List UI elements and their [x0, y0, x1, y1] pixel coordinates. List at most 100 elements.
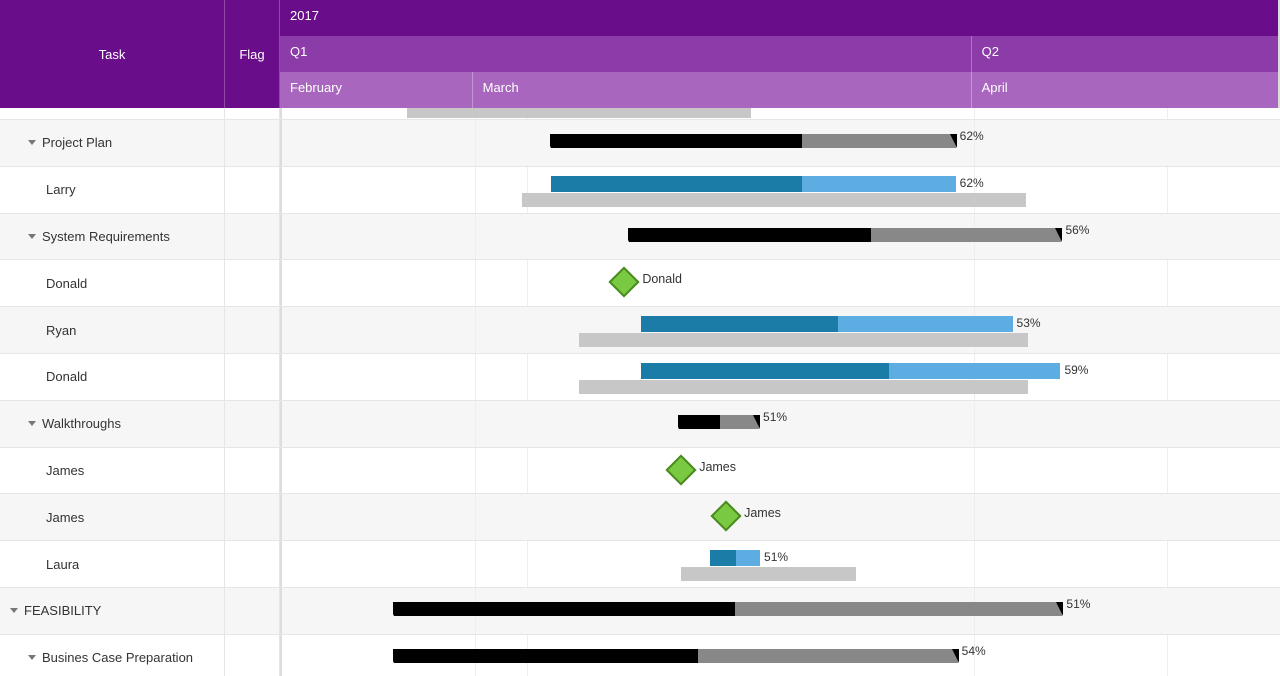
flag-cell[interactable]: [225, 260, 280, 306]
baseline-bar: [522, 193, 1026, 207]
timeline-month: March: [473, 72, 972, 108]
task-label: FEASIBILITY: [24, 603, 101, 618]
flag-cell[interactable]: [225, 635, 280, 676]
expand-icon[interactable]: [28, 140, 36, 145]
milestone-icon[interactable]: [609, 267, 640, 298]
task-label: Donald: [46, 276, 87, 291]
timeline-cell[interactable]: [282, 108, 1280, 119]
timeline-cell[interactable]: 51%: [282, 541, 1280, 587]
timeline-year: 2017: [280, 0, 1278, 36]
task-bar[interactable]: [641, 363, 1060, 379]
summary-bar[interactable]: [394, 602, 1063, 616]
progress-fill: [394, 602, 735, 616]
timeline-cell[interactable]: 53%: [282, 307, 1280, 353]
task-cell[interactable]: FEASIBILITY: [0, 588, 225, 634]
task-bar[interactable]: [551, 176, 955, 192]
flag-cell[interactable]: [225, 588, 280, 634]
timeline-cell[interactable]: James: [282, 494, 1280, 540]
timeline-cell[interactable]: 51%: [282, 401, 1280, 447]
column-header-flag[interactable]: Flag: [225, 0, 280, 108]
summary-bar[interactable]: [551, 134, 955, 148]
gantt-row[interactable]: James James: [0, 494, 1280, 541]
gantt-row[interactable]: Donald 59%: [0, 354, 1280, 401]
summary-bar[interactable]: [394, 649, 958, 663]
task-cell[interactable]: Project Plan: [0, 120, 225, 166]
flag-cell[interactable]: [225, 494, 280, 540]
baseline-bar: [681, 567, 856, 581]
timeline-quarter-row: Q1Q2: [280, 36, 1278, 72]
task-cell[interactable]: James: [0, 448, 225, 494]
flag-cell[interactable]: [225, 167, 280, 213]
summary-bar[interactable]: [629, 228, 1061, 242]
task-cell[interactable]: System Requirements: [0, 214, 225, 260]
milestone-label: Donald: [642, 272, 682, 286]
flag-cell[interactable]: [225, 354, 280, 400]
timeline-cell[interactable]: James: [282, 448, 1280, 494]
task-cell[interactable]: Ryan: [0, 307, 225, 353]
milestone-label: James: [699, 460, 736, 474]
gantt-row[interactable]: System Requirements 56%: [0, 214, 1280, 261]
expand-icon[interactable]: [10, 608, 18, 613]
gantt-row[interactable]: Walkthroughs 51%: [0, 401, 1280, 448]
column-header-task[interactable]: Task: [0, 0, 225, 108]
task-label: James: [46, 463, 84, 478]
gantt-body[interactable]: Project Plan62%Larry62%System Requiremen…: [0, 108, 1280, 676]
task-label: James: [46, 510, 84, 525]
timeline-cell[interactable]: Donald: [282, 260, 1280, 306]
flag-cell[interactable]: [225, 214, 280, 260]
progress-label: 59%: [1064, 363, 1088, 377]
gantt-row[interactable]: Larry 62%: [0, 167, 1280, 214]
flag-cell[interactable]: [225, 401, 280, 447]
gantt-row[interactable]: FEASIBILITY 51%: [0, 588, 1280, 635]
gantt-row[interactable]: James James: [0, 448, 1280, 495]
progress-label: 53%: [1017, 316, 1041, 330]
milestone-label: James: [744, 506, 781, 520]
task-bar[interactable]: [710, 550, 760, 566]
gantt-row[interactable]: Project Plan 62%: [0, 120, 1280, 167]
gantt-row[interactable]: Laura 51%: [0, 541, 1280, 588]
timeline-month: April: [972, 72, 1278, 108]
timeline-cell[interactable]: 62%: [282, 120, 1280, 166]
task-cell[interactable]: Walkthroughs: [0, 401, 225, 447]
progress-fill: [641, 363, 888, 379]
gantt-row[interactable]: Ryan 53%: [0, 307, 1280, 354]
flag-cell[interactable]: [225, 307, 280, 353]
task-cell[interactable]: James: [0, 494, 225, 540]
task-bar[interactable]: [641, 316, 1012, 332]
summary-bar[interactable]: [679, 415, 759, 429]
milestone-icon[interactable]: [666, 454, 697, 485]
task-cell[interactable]: Busines Case Preparation: [0, 635, 225, 676]
progress-fill: [641, 316, 838, 332]
gantt-chart: Task Flag 2017 Q1Q2 FebruaryMarchApril P…: [0, 0, 1280, 676]
progress-fill: [551, 134, 802, 148]
timeline-cell[interactable]: 56%: [282, 214, 1280, 260]
expand-icon[interactable]: [28, 655, 36, 660]
progress-label: 51%: [1066, 597, 1090, 611]
timeline-cell[interactable]: 51%: [282, 588, 1280, 634]
timeline-cell[interactable]: 59%: [282, 354, 1280, 400]
progress-fill: [394, 649, 698, 663]
gantt-row[interactable]: Busines Case Preparation 54%: [0, 635, 1280, 676]
task-label: Laura: [46, 557, 79, 572]
gantt-row[interactable]: Donald Donald: [0, 260, 1280, 307]
timeline-cell[interactable]: 62%: [282, 167, 1280, 213]
task-cell[interactable]: Donald: [0, 354, 225, 400]
expand-icon[interactable]: [28, 421, 36, 426]
task-cell[interactable]: Laura: [0, 541, 225, 587]
task-cell[interactable]: [0, 108, 225, 119]
timeline-cell[interactable]: 54%: [282, 635, 1280, 676]
task-cell[interactable]: Larry: [0, 167, 225, 213]
milestone-icon[interactable]: [711, 501, 742, 532]
flag-cell[interactable]: [225, 541, 280, 587]
progress-label: 56%: [1065, 223, 1089, 237]
timeline-quarter: Q1: [280, 36, 972, 72]
flag-cell[interactable]: [225, 108, 280, 119]
progress-label: 62%: [960, 129, 984, 143]
flag-cell[interactable]: [225, 120, 280, 166]
gantt-row[interactable]: [0, 108, 1280, 120]
flag-cell[interactable]: [225, 448, 280, 494]
expand-icon[interactable]: [28, 234, 36, 239]
task-label: Walkthroughs: [42, 416, 121, 431]
task-cell[interactable]: Donald: [0, 260, 225, 306]
task-label: Busines Case Preparation: [42, 650, 193, 665]
